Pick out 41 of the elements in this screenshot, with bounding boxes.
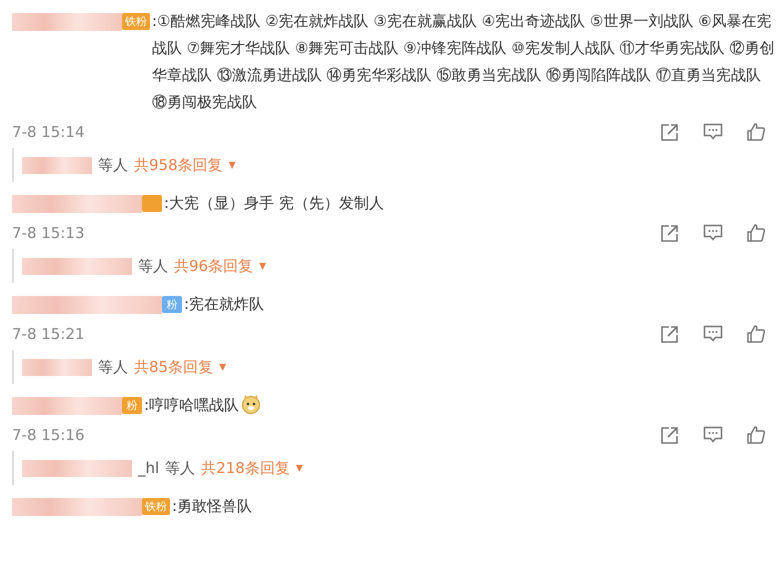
thumbs-up-icon[interactable] bbox=[746, 122, 766, 142]
fan-badge: 粉 bbox=[122, 397, 142, 414]
share-icon[interactable] bbox=[660, 324, 680, 344]
comment-icon[interactable] bbox=[703, 425, 723, 445]
dog-face-icon bbox=[241, 394, 262, 414]
fan-badge: 粉 bbox=[162, 296, 182, 313]
fan-badge: 铁粉 bbox=[142, 498, 170, 515]
comment-text: :大宪（显）身手 宪（先）发制人 bbox=[164, 193, 385, 214]
comment-text: :①酷燃宪峰战队 ②宪在就炸战队 ③宪在就赢战队 ④宪出奇迹战队 ⑤世界一刘战队 ⑥风暴在宪战队 ⑦舞宪才华战队 ⑧舞宪可击战队 ⑨冲锋宪阵战队 ⑩宪发制人战队 ⑪才华勇宪战队 ⑫勇创华章战队 ⑬激流勇进战队 ⑭勇宪华彩战队 ⑮敢勇当宪战队 ⑯勇闯陷阵战队 ⑰直勇当宪战队 ⑱勇闯极宪战队 bbox=[152, 11, 776, 113]
comment-icon[interactable] bbox=[703, 122, 723, 142]
thumbs-up-icon[interactable] bbox=[746, 425, 766, 445]
comment-icon[interactable] bbox=[703, 324, 723, 344]
reply-count-link[interactable]: 共218条回复 bbox=[201, 458, 290, 478]
reply-count-link[interactable]: 共958条回复 bbox=[134, 156, 223, 174]
reply-users-text: 等人 bbox=[138, 256, 168, 276]
share-icon[interactable] bbox=[660, 223, 680, 243]
fan-badge: 铁粉 bbox=[122, 13, 150, 30]
reply-users-text: 等人 bbox=[165, 458, 196, 478]
blurred-username bbox=[22, 358, 92, 376]
reply-count-link[interactable]: 共96条回复 bbox=[174, 256, 254, 276]
comment-time: 7-8 15:14 bbox=[12, 123, 84, 141]
comment-text: :勇敢怪兽队 bbox=[172, 496, 254, 517]
thumbs-up-icon[interactable] bbox=[746, 324, 766, 344]
comment-text: :宪在就炸队 bbox=[184, 294, 266, 315]
blurred-username bbox=[22, 156, 92, 174]
thumbs-up-icon[interactable] bbox=[746, 223, 766, 243]
caret-icon[interactable]: ▾ bbox=[228, 157, 236, 173]
comment-icon[interactable] bbox=[703, 223, 723, 243]
reply-users-text: 等人 bbox=[98, 358, 128, 376]
caret-icon[interactable]: ▾ bbox=[259, 258, 266, 274]
comment-text: :哼哼哈嘿战队 bbox=[144, 392, 776, 419]
comment-time: 7-8 15:13 bbox=[12, 224, 84, 242]
share-icon[interactable] bbox=[660, 122, 680, 142]
caret-icon[interactable]: ▾ bbox=[296, 460, 303, 476]
reply-username: _hl bbox=[138, 459, 160, 477]
caret-icon[interactable]: ▾ bbox=[219, 359, 226, 375]
reply-count-link[interactable]: 共85条回复 bbox=[134, 358, 214, 376]
reply-users-text: 等人 bbox=[98, 156, 128, 174]
comment-time: 7-8 15:16 bbox=[12, 426, 84, 444]
share-icon[interactable] bbox=[660, 425, 680, 445]
comment-time: 7-8 15:21 bbox=[12, 325, 84, 343]
